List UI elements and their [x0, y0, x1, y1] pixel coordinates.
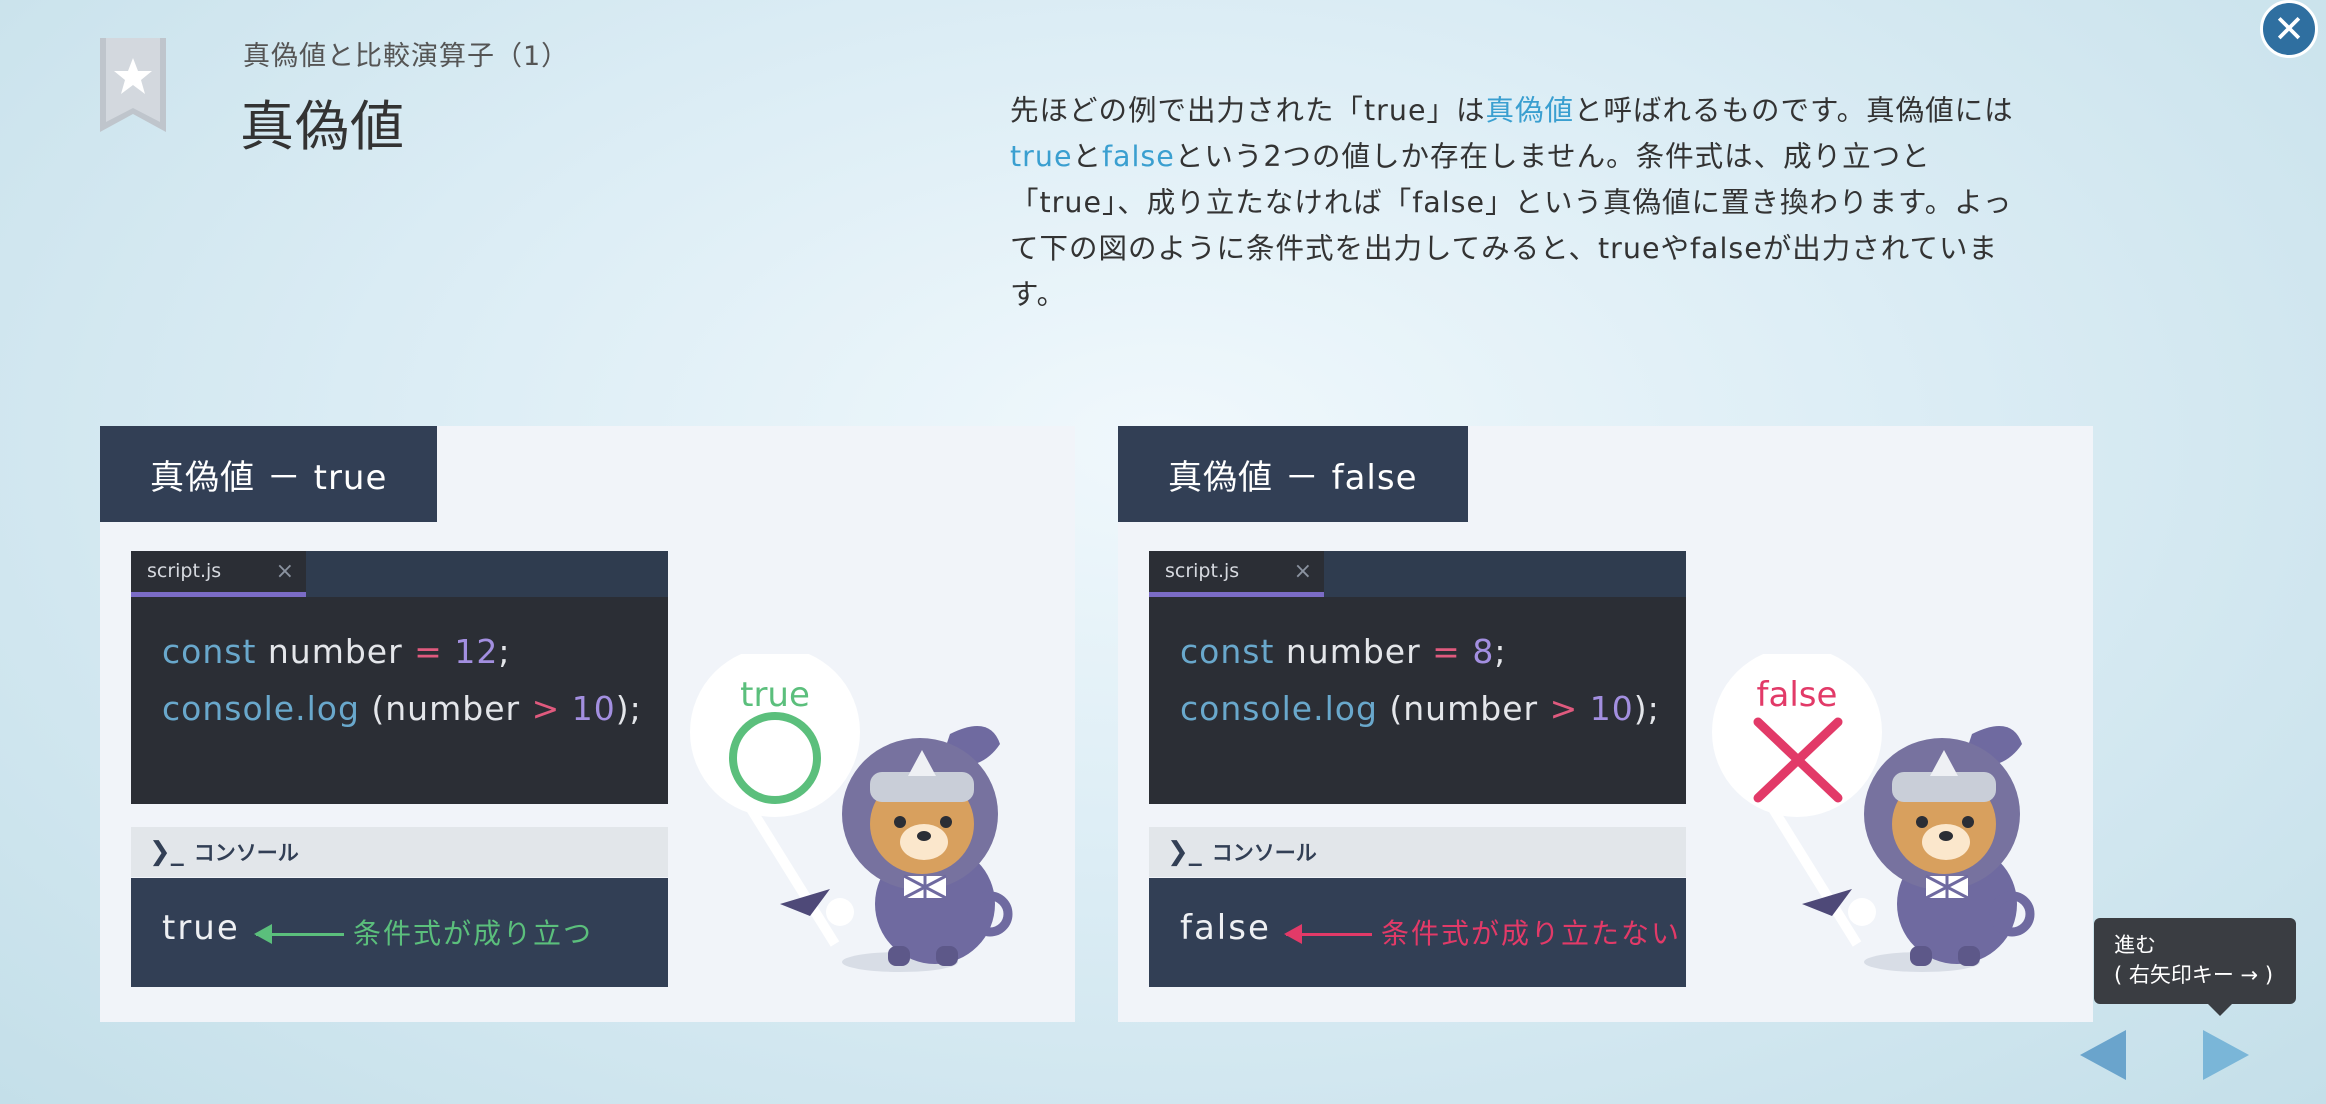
code-number: 12 [454, 632, 499, 671]
desc-text: 先ほどの例で出力された「true」は [1010, 94, 1486, 127]
desc-highlight: 真偽値 [1485, 94, 1575, 127]
code-keyword: console.log [162, 689, 360, 728]
panel-tab-title: 真偽値 － true [100, 426, 438, 522]
output-note: 条件式が成り立たない [1381, 917, 1682, 950]
terminal-prompt-icon: ❯_ [149, 837, 184, 867]
lesson-subtitle: 真偽値と比較演算子（1） [243, 41, 570, 72]
terminal-prompt-icon: ❯_ [1167, 837, 1202, 867]
file-tab-script[interactable]: script.js × [1149, 551, 1324, 597]
editor-tab-bar: script.js × [131, 551, 668, 597]
console-output: true 条件式が成り立つ [131, 878, 668, 987]
next-tooltip: 進む ( 右矢印キー → ) [2094, 918, 2296, 1016]
code-block: const number = 8; console.log (number > … [1180, 623, 1660, 737]
example-panel-true: 真偽値 － true script.js × const number = 12… [100, 426, 1075, 1022]
close-icon: ✕ [2273, 7, 2305, 51]
sign-label: true [740, 675, 810, 715]
code-number: 10 [571, 689, 616, 728]
page-title: 真偽値 [240, 95, 405, 158]
code-editor: script.js × const number = 8; console.lo… [1149, 551, 1686, 804]
console-header: ❯_ コンソール [1149, 827, 1686, 877]
desc-text: と [1072, 140, 1103, 173]
prev-arrow-icon[interactable] [2080, 1030, 2126, 1080]
code-keyword: const [1180, 632, 1275, 671]
bookmark-star-icon[interactable] [100, 38, 166, 132]
output-value: false [1180, 908, 1271, 948]
desc-highlight: true [1010, 140, 1073, 173]
output-value: true [162, 908, 240, 948]
sign-label: false [1757, 675, 1838, 715]
code-text: ; [498, 632, 511, 671]
code-keyword: console.log [1180, 689, 1378, 728]
tooltip-line: ( 右矢印キー → ) [2114, 963, 2274, 987]
file-close-icon[interactable]: × [1294, 559, 1312, 584]
ninja-mascot-true-illustration: true [690, 654, 1013, 972]
left-arrow-icon [1284, 924, 1372, 944]
file-close-icon[interactable]: × [276, 559, 294, 584]
console-output: false 条件式が成り立たない [1149, 878, 1686, 987]
code-operator: = [1432, 632, 1461, 671]
code-text: (number [1377, 689, 1550, 728]
console-label: コンソール [193, 841, 299, 865]
console-label: コンソール [1211, 841, 1317, 865]
code-block: const number = 12; console.log (number >… [162, 623, 642, 737]
panel-tab-title: 真偽値 － false [1118, 426, 1468, 522]
editor-tab-bar: script.js × [1149, 551, 1686, 597]
left-arrow-icon [254, 924, 344, 944]
file-tab-script[interactable]: script.js × [131, 551, 306, 597]
desc-highlight: false [1102, 140, 1175, 173]
code-text: ; [1494, 632, 1507, 671]
code-operator: > [531, 689, 561, 728]
file-tab-label: script.js [147, 560, 222, 582]
code-number: 8 [1472, 632, 1495, 671]
code-text: ); [615, 689, 642, 728]
code-operator: = [414, 632, 443, 671]
code-editor: script.js × const number = 12; console.l… [131, 551, 668, 804]
desc-text: と呼ばれるものです。真偽値には [1574, 94, 2014, 127]
ninja-mascot-false-illustration: false [1712, 654, 2035, 972]
next-arrow-icon[interactable] [2203, 1030, 2249, 1080]
code-text: number [256, 632, 415, 671]
example-panel-false: 真偽値 － false script.js × const number = 8… [1118, 426, 2093, 1022]
output-note: 条件式が成り立つ [353, 917, 594, 950]
file-tab-label: script.js [1165, 560, 1240, 582]
close-button[interactable]: ✕ [2260, 0, 2318, 58]
code-text: (number [359, 689, 532, 728]
code-text: ); [1633, 689, 1660, 728]
code-operator: > [1549, 689, 1579, 728]
code-keyword: const [162, 632, 257, 671]
code-text: number [1274, 632, 1433, 671]
description-text: 先ほどの例で出力された「true」は真偽値と呼ばれるものです。真偽値には true… [1010, 88, 2040, 318]
code-number: 10 [1589, 689, 1634, 728]
tooltip-line: 進む [2114, 933, 2156, 957]
console-header: ❯_ コンソール [131, 827, 668, 877]
